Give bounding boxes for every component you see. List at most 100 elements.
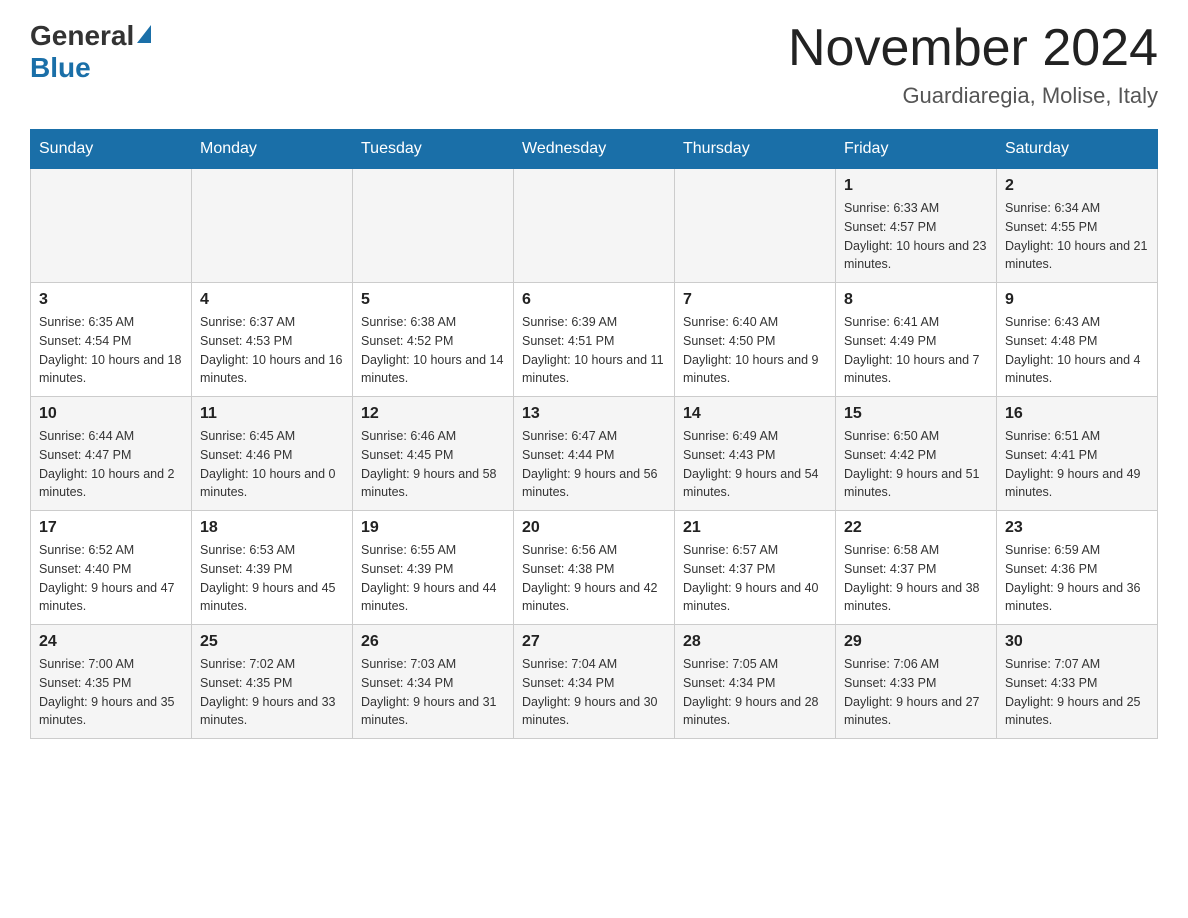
table-row: 24 Sunrise: 7:00 AMSunset: 4:35 PMDayligh…	[31, 625, 192, 739]
day-number: 23	[1005, 519, 1149, 537]
day-info: Sunrise: 6:35 AMSunset: 4:54 PMDaylight:…	[39, 313, 183, 388]
month-title: November 2024	[788, 20, 1158, 77]
table-row: 5 Sunrise: 6:38 AMSunset: 4:52 PMDaylight…	[353, 283, 514, 397]
table-row: 9 Sunrise: 6:43 AMSunset: 4:48 PMDaylight…	[997, 283, 1158, 397]
table-row: 6 Sunrise: 6:39 AMSunset: 4:51 PMDaylight…	[514, 283, 675, 397]
col-friday: Friday	[836, 130, 997, 169]
day-number: 30	[1005, 633, 1149, 651]
day-number: 26	[361, 633, 505, 651]
day-info: Sunrise: 7:05 AMSunset: 4:34 PMDaylight:…	[683, 655, 827, 730]
table-row	[31, 169, 192, 283]
col-wednesday: Wednesday	[514, 130, 675, 169]
day-number: 15	[844, 405, 988, 423]
table-row: 27 Sunrise: 7:04 AMSunset: 4:34 PMDayligh…	[514, 625, 675, 739]
day-number: 28	[683, 633, 827, 651]
table-row: 19 Sunrise: 6:55 AMSunset: 4:39 PMDayligh…	[353, 511, 514, 625]
table-row: 4 Sunrise: 6:37 AMSunset: 4:53 PMDaylight…	[192, 283, 353, 397]
day-number: 5	[361, 291, 505, 309]
day-number: 9	[1005, 291, 1149, 309]
table-row: 18Sunrise: 6:53 AMSunset: 4:39 PMDayligh…	[192, 511, 353, 625]
table-row: 30 Sunrise: 7:07 AMSunset: 4:33 PMDayligh…	[997, 625, 1158, 739]
table-row: 8Sunrise: 6:41 AMSunset: 4:49 PMDaylight…	[836, 283, 997, 397]
day-info: Sunrise: 6:50 AMSunset: 4:42 PMDaylight:…	[844, 427, 988, 502]
table-row: 29 Sunrise: 7:06 AMSunset: 4:33 PMDayligh…	[836, 625, 997, 739]
col-saturday: Saturday	[997, 130, 1158, 169]
table-row: 28 Sunrise: 7:05 AMSunset: 4:34 PMDayligh…	[675, 625, 836, 739]
day-number: 2	[1005, 177, 1149, 195]
day-number: 1	[844, 177, 988, 195]
day-info: Sunrise: 6:46 AMSunset: 4:45 PMDaylight:…	[361, 427, 505, 502]
day-number: 10	[39, 405, 183, 423]
table-row: 13 Sunrise: 6:47 AMSunset: 4:44 PMDayligh…	[514, 397, 675, 511]
day-info: Sunrise: 6:43 AMSunset: 4:48 PMDaylight:…	[1005, 313, 1149, 388]
table-row	[514, 169, 675, 283]
table-row: 16 Sunrise: 6:51 AMSunset: 4:41 PMDayligh…	[997, 397, 1158, 511]
logo-general-text: General	[30, 20, 151, 52]
day-number: 6	[522, 291, 666, 309]
table-row	[353, 169, 514, 283]
day-info: Sunrise: 6:37 AMSunset: 4:53 PMDaylight:…	[200, 313, 344, 388]
day-number: 21	[683, 519, 827, 537]
day-info: Sunrise: 6:58 AMSunset: 4:37 PMDaylight:…	[844, 541, 988, 616]
table-row: 2 Sunrise: 6:34 AMSunset: 4:55 PMDaylight…	[997, 169, 1158, 283]
day-number: 27	[522, 633, 666, 651]
table-row: 1 Sunrise: 6:33 AMSunset: 4:57 PMDaylight…	[836, 169, 997, 283]
day-number: 4	[200, 291, 344, 309]
day-info: Sunrise: 7:00 AMSunset: 4:35 PMDaylight:…	[39, 655, 183, 730]
day-info: Sunrise: 6:33 AMSunset: 4:57 PMDaylight:…	[844, 199, 988, 274]
day-number: 13	[522, 405, 666, 423]
table-row: 21 Sunrise: 6:57 AMSunset: 4:37 PMDayligh…	[675, 511, 836, 625]
day-info: Sunrise: 7:03 AMSunset: 4:34 PMDaylight:…	[361, 655, 505, 730]
day-info: Sunrise: 6:52 AMSunset: 4:40 PMDaylight:…	[39, 541, 183, 616]
table-row: 20Sunrise: 6:56 AMSunset: 4:38 PMDayligh…	[514, 511, 675, 625]
day-info: Sunrise: 6:49 AMSunset: 4:43 PMDaylight:…	[683, 427, 827, 502]
title-section: November 2024 Guardiaregia, Molise, Ital…	[788, 20, 1158, 109]
table-row: 14Sunrise: 6:49 AMSunset: 4:43 PMDayligh…	[675, 397, 836, 511]
day-info: Sunrise: 6:44 AMSunset: 4:47 PMDaylight:…	[39, 427, 183, 502]
calendar-week-row: 17 Sunrise: 6:52 AMSunset: 4:40 PMDayligh…	[31, 511, 1158, 625]
page-header: General Blue November 2024 Guardiaregia,…	[30, 20, 1158, 109]
table-row	[192, 169, 353, 283]
day-number: 25	[200, 633, 344, 651]
logo-arrow-icon	[137, 25, 151, 43]
day-info: Sunrise: 7:06 AMSunset: 4:33 PMDaylight:…	[844, 655, 988, 730]
day-info: Sunrise: 6:56 AMSunset: 4:38 PMDaylight:…	[522, 541, 666, 616]
day-number: 24	[39, 633, 183, 651]
day-number: 17	[39, 519, 183, 537]
day-info: Sunrise: 7:07 AMSunset: 4:33 PMDaylight:…	[1005, 655, 1149, 730]
calendar-table: Sunday Monday Tuesday Wednesday Thursday…	[30, 129, 1158, 739]
table-row: 22 Sunrise: 6:58 AMSunset: 4:37 PMDayligh…	[836, 511, 997, 625]
day-info: Sunrise: 6:45 AMSunset: 4:46 PMDaylight:…	[200, 427, 344, 502]
day-number: 12	[361, 405, 505, 423]
table-row: 17 Sunrise: 6:52 AMSunset: 4:40 PMDayligh…	[31, 511, 192, 625]
col-monday: Monday	[192, 130, 353, 169]
calendar-week-row: 24 Sunrise: 7:00 AMSunset: 4:35 PMDayligh…	[31, 625, 1158, 739]
day-number: 19	[361, 519, 505, 537]
day-info: Sunrise: 6:51 AMSunset: 4:41 PMDaylight:…	[1005, 427, 1149, 502]
day-number: 16	[1005, 405, 1149, 423]
col-tuesday: Tuesday	[353, 130, 514, 169]
day-number: 7	[683, 291, 827, 309]
table-row: 7Sunrise: 6:40 AMSunset: 4:50 PMDaylight…	[675, 283, 836, 397]
day-info: Sunrise: 6:38 AMSunset: 4:52 PMDaylight:…	[361, 313, 505, 388]
day-number: 3	[39, 291, 183, 309]
table-row: 25Sunrise: 7:02 AMSunset: 4:35 PMDayligh…	[192, 625, 353, 739]
col-thursday: Thursday	[675, 130, 836, 169]
day-number: 22	[844, 519, 988, 537]
day-info: Sunrise: 6:47 AMSunset: 4:44 PMDaylight:…	[522, 427, 666, 502]
day-info: Sunrise: 7:04 AMSunset: 4:34 PMDaylight:…	[522, 655, 666, 730]
table-row	[675, 169, 836, 283]
table-row: 26 Sunrise: 7:03 AMSunset: 4:34 PMDayligh…	[353, 625, 514, 739]
table-row: 12 Sunrise: 6:46 AMSunset: 4:45 PMDayligh…	[353, 397, 514, 511]
day-number: 18	[200, 519, 344, 537]
day-number: 8	[844, 291, 988, 309]
location-subtitle: Guardiaregia, Molise, Italy	[788, 83, 1158, 109]
day-number: 29	[844, 633, 988, 651]
table-row: 3 Sunrise: 6:35 AMSunset: 4:54 PMDaylight…	[31, 283, 192, 397]
day-info: Sunrise: 6:34 AMSunset: 4:55 PMDaylight:…	[1005, 199, 1149, 274]
day-info: Sunrise: 6:39 AMSunset: 4:51 PMDaylight:…	[522, 313, 666, 388]
day-info: Sunrise: 6:55 AMSunset: 4:39 PMDaylight:…	[361, 541, 505, 616]
calendar-header-row: Sunday Monday Tuesday Wednesday Thursday…	[31, 130, 1158, 169]
day-info: Sunrise: 6:57 AMSunset: 4:37 PMDaylight:…	[683, 541, 827, 616]
table-row: 10 Sunrise: 6:44 AMSunset: 4:47 PMDayligh…	[31, 397, 192, 511]
